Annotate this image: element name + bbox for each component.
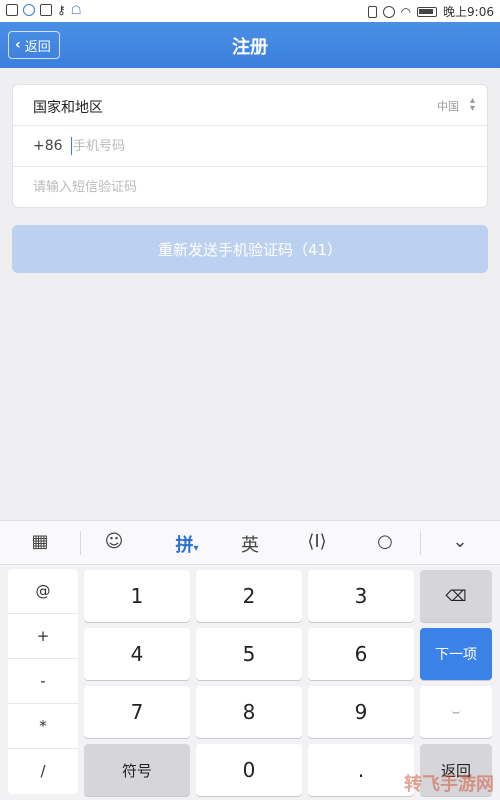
emoji-icon[interactable]: ☺ <box>94 531 134 555</box>
region-label: 国家和地区 <box>33 100 103 116</box>
collapse-keyboard-icon[interactable]: ⌄ <box>440 531 480 555</box>
key-0[interactable]: 0 <box>196 744 302 796</box>
symbols-key[interactable]: 符号 <box>84 744 190 796</box>
status-left-icons: ⚷ ☖ <box>6 3 82 17</box>
period-key[interactable]: . <box>308 744 414 796</box>
next-field-key[interactable]: 下一项 <box>420 628 492 680</box>
status-bar: ⚷ ☖ ◠ 晚上9:06 <box>0 0 500 22</box>
region-value: 中国 <box>437 100 459 113</box>
watermark: 转飞手游网 <box>404 774 494 795</box>
keyboard-toolbar: ▦ ☺ 拼▾ 英 ⟨I⟩ ○ ⌄ <box>0 520 500 565</box>
symbol-plus-key[interactable]: + <box>8 614 78 659</box>
microphone-icon: ⌣ <box>451 704 461 720</box>
resend-code-button[interactable]: 重新发送手机验证码（41） <box>12 225 488 273</box>
battery-icon <box>417 6 438 17</box>
symbol-column: @ + - * / <box>8 569 78 794</box>
numeric-keyboard: ▦ ☺ 拼▾ 英 ⟨I⟩ ○ ⌄ @ + - * / 1 2 3 ⌫ 4 5 6… <box>0 520 500 800</box>
pinyin-mode-button[interactable]: 拼▾ <box>164 531 210 556</box>
toolbar-divider <box>80 531 81 555</box>
alarm-icon <box>382 5 395 18</box>
space-voice-key[interactable]: ⌣ <box>420 686 492 738</box>
phone-number-input[interactable] <box>73 136 453 156</box>
key-2[interactable]: 2 <box>196 570 302 622</box>
backspace-icon: ⌫ <box>445 587 467 605</box>
toolbar-divider <box>420 531 421 555</box>
vibrate-icon <box>367 5 377 18</box>
phone-row: +86 <box>13 126 487 167</box>
navigation-bar: ‹ 返回 注册 <box>0 22 500 68</box>
key-5[interactable]: 5 <box>196 628 302 680</box>
cursor-icon[interactable]: ⟨I⟩ <box>297 531 337 555</box>
android-icon: ☖ <box>70 3 82 17</box>
search-icon[interactable]: ○ <box>365 531 405 555</box>
key-4[interactable]: 4 <box>84 628 190 680</box>
key-8[interactable]: 8 <box>196 686 302 738</box>
symbol-minus-key[interactable]: - <box>8 659 78 704</box>
file-icon <box>40 4 52 16</box>
message-icon <box>6 4 18 16</box>
key-icon: ⚷ <box>57 3 66 17</box>
sms-code-input[interactable] <box>33 177 453 197</box>
pinyin-label: 拼 <box>175 535 194 556</box>
delete-key[interactable]: ⌫ <box>420 570 492 622</box>
symbol-asterisk-key[interactable]: * <box>8 704 78 749</box>
shield-icon <box>23 4 35 16</box>
wifi-icon: ◠ <box>400 4 412 19</box>
key-1[interactable]: 1 <box>84 570 190 622</box>
up-down-arrows-icon: ▴ ▾ <box>469 95 475 114</box>
key-7[interactable]: 7 <box>84 686 190 738</box>
english-mode-button[interactable]: 英 <box>230 531 270 556</box>
symbol-at-key[interactable]: @ <box>8 569 78 614</box>
key-6[interactable]: 6 <box>308 628 414 680</box>
country-code-prefix: +86 <box>33 138 63 154</box>
dropdown-caret-icon: ▾ <box>193 543 199 554</box>
registration-form: 国家和地区 中国 ▴ ▾ +86 <box>12 84 488 208</box>
key-9[interactable]: 9 <box>308 686 414 738</box>
grid-icon[interactable]: ▦ <box>20 531 60 555</box>
status-time: 晚上9:06 <box>443 5 494 19</box>
key-3[interactable]: 3 <box>308 570 414 622</box>
status-right-icons: ◠ 晚上9:06 <box>367 3 494 20</box>
sms-code-row <box>13 167 487 208</box>
text-cursor <box>71 137 72 155</box>
region-row[interactable]: 国家和地区 中国 ▴ ▾ <box>13 85 487 126</box>
page-title: 注册 <box>232 37 268 58</box>
symbol-slash-key[interactable]: / <box>8 749 78 794</box>
